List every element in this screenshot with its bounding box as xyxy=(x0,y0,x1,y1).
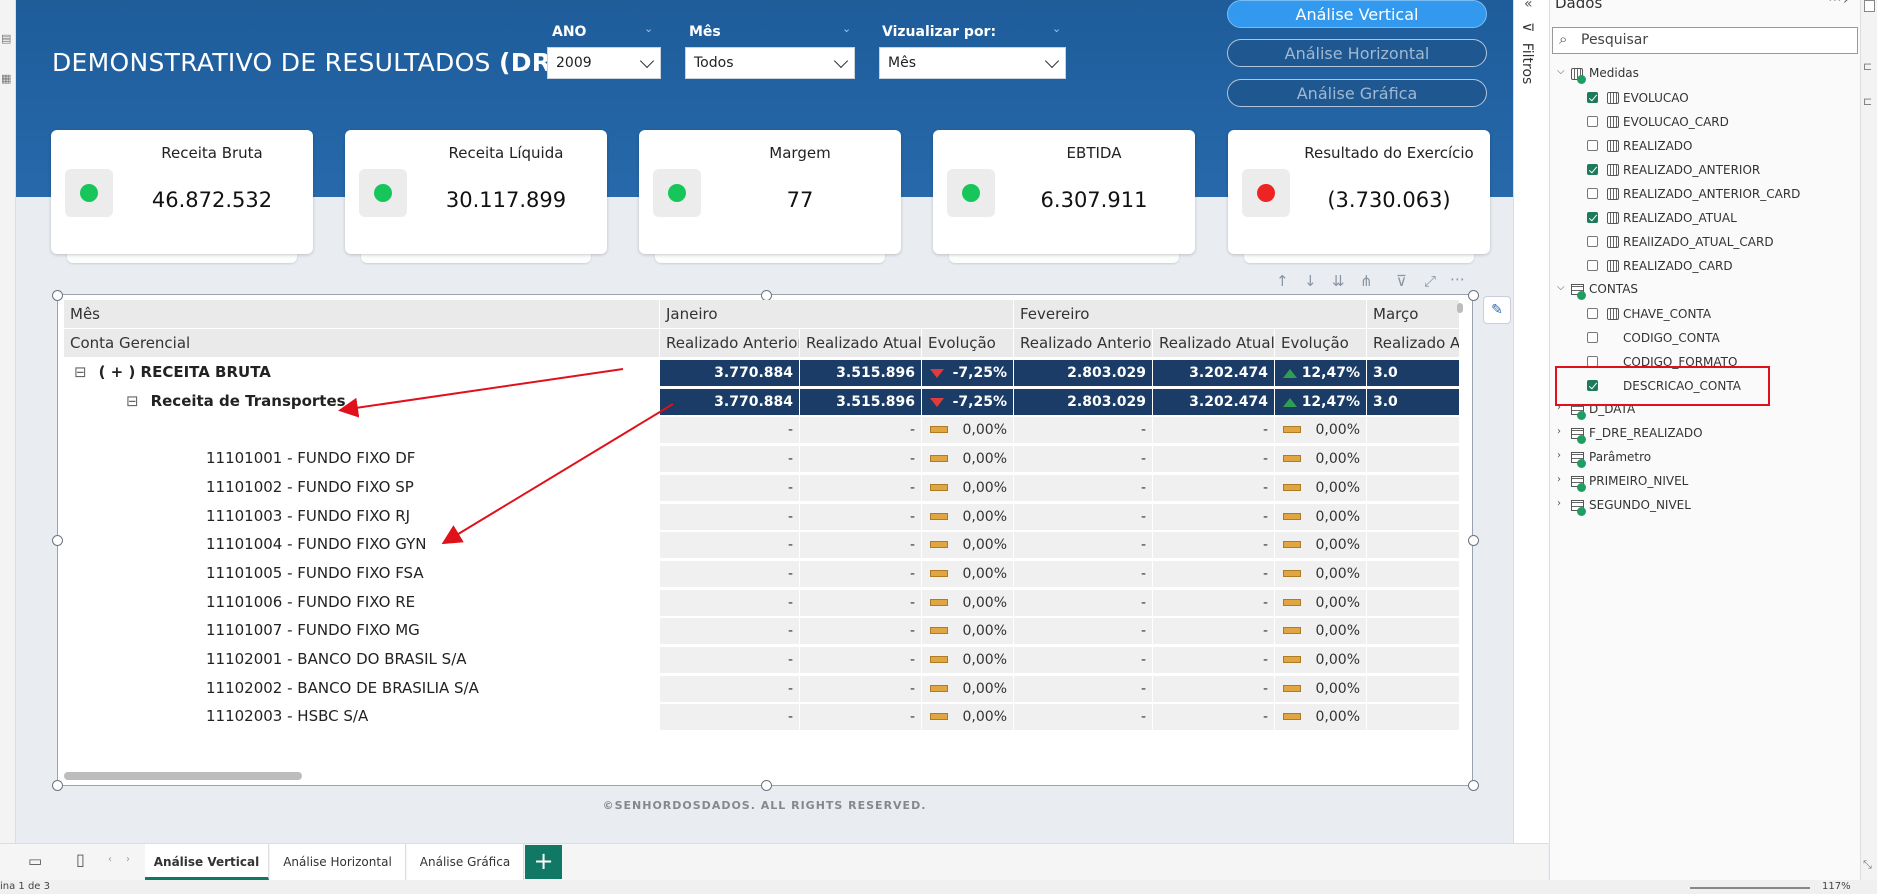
chevron-right-icon[interactable]: › xyxy=(1557,474,1561,485)
add-page-button[interactable]: + xyxy=(525,845,562,879)
field-codigo-conta[interactable]: CODIGO_CONTA xyxy=(1549,326,1849,350)
key-field-icon xyxy=(1607,308,1619,320)
checkbox[interactable] xyxy=(1587,260,1598,271)
tree-node-segundo-nivel[interactable]: › SEGUNDO_NIVEL xyxy=(1549,494,1849,518)
page-indicator: ina 1 de 3 xyxy=(0,881,51,892)
highlight-box xyxy=(1555,366,1770,406)
field-chave-conta[interactable]: CHAVE_CONTA xyxy=(1549,302,1849,326)
field-evolucao-card[interactable]: EVOLUCAO_CARD xyxy=(1549,110,1849,134)
zoom-slider[interactable] xyxy=(1690,887,1810,889)
field-label: REALIZADO_CARD xyxy=(1623,259,1733,273)
checkbox-checked[interactable] xyxy=(1587,92,1598,103)
status-bar: ina 1 de 3 117% xyxy=(0,880,1877,894)
field-label: REAlIZADO_ATUAL_CARD xyxy=(1623,235,1774,249)
table-status-icon xyxy=(1577,291,1586,300)
page-tab-bar: ▭ ▯ ‹ › Análise Vertical Análise Horizon… xyxy=(0,843,1548,880)
data-search-input[interactable]: ⌕ Pesquisar xyxy=(1552,27,1858,54)
desktop-layout-icon[interactable]: ▭ xyxy=(28,852,42,870)
table-status-icon xyxy=(1577,411,1586,420)
field-realizado-anterior[interactable]: REALIZADO_ANTERIOR xyxy=(1549,158,1849,182)
field-label: REALIZADO_ATUAL xyxy=(1623,211,1737,225)
chevron-right-icon[interactable]: › xyxy=(1557,426,1561,437)
mobile-layout-icon[interactable]: ▯ xyxy=(76,850,85,869)
tree-node-label: F_DRE_REALIZADO xyxy=(1589,426,1703,440)
field-realizado-atual[interactable]: REALIZADO_ATUAL xyxy=(1549,206,1849,230)
field-label: REALIZADO xyxy=(1623,139,1693,153)
field-realizado[interactable]: REALIZADO xyxy=(1549,134,1849,158)
prev-page-icon[interactable]: ‹ xyxy=(108,854,112,865)
tree-node-label: Medidas xyxy=(1589,66,1639,80)
more-options-icon[interactable]: ⋯ xyxy=(1828,0,1842,8)
field-realizado-anterior-card[interactable]: REALIZADO_ANTERIOR_CARD xyxy=(1549,182,1849,206)
checkbox-checked[interactable] xyxy=(1587,164,1598,175)
tree-node-label: SEGUNDO_NIVEL xyxy=(1589,498,1691,512)
annotation-arrow xyxy=(441,403,674,545)
checkbox[interactable] xyxy=(1587,116,1598,127)
field-label: REALIZADO_ANTERIOR_CARD xyxy=(1623,187,1801,201)
field-evolucao[interactable]: EVOLUCAO xyxy=(1549,86,1849,110)
calculator-icon xyxy=(1607,92,1619,104)
calculator-icon xyxy=(1607,188,1619,200)
chevron-right-icon[interactable]: › xyxy=(1557,498,1561,509)
calculator-icon xyxy=(1607,116,1619,128)
filters-pane-collapsed[interactable]: « xyxy=(1513,0,1549,843)
table-status-icon xyxy=(1577,507,1586,516)
right-pane-strip: ⊏ ⊏ ⤡ xyxy=(1860,0,1877,880)
tree-node-label: Parâmetro xyxy=(1589,450,1652,464)
calculator-icon xyxy=(1607,260,1619,272)
zoom-level: 117% xyxy=(1822,881,1851,892)
checkbox[interactable] xyxy=(1587,188,1598,199)
page-tab-analise-vertical[interactable]: Análise Vertical xyxy=(145,844,269,880)
pane-icon[interactable]: ⊏ xyxy=(1863,60,1872,73)
filters-label: Filtros xyxy=(1519,42,1535,85)
tree-node-primeiro-nivel[interactable]: › PRIMEIRO_NIVEL xyxy=(1549,470,1849,494)
tree-node-label: PRIMEIRO_NIVEL xyxy=(1589,474,1689,488)
checkbox[interactable] xyxy=(1587,332,1598,343)
visualizations-icon[interactable] xyxy=(1864,0,1875,12)
field-label: EVOLUCAO xyxy=(1623,91,1689,105)
field-realizado-card[interactable]: REALIZADO_CARD xyxy=(1549,254,1849,278)
annotation-arrow xyxy=(338,368,624,418)
field-label: EVOLUCAO_CARD xyxy=(1623,115,1729,129)
next-page-icon[interactable]: › xyxy=(126,854,130,865)
tree-node-f-dre-realizado[interactable]: › F_DRE_REALIZADO xyxy=(1549,422,1849,446)
close-pane-icon[interactable]: › xyxy=(1843,0,1849,8)
field-realizado-atual-card[interactable]: REAlIZADO_ATUAL_CARD xyxy=(1549,230,1849,254)
checkbox[interactable] xyxy=(1587,236,1598,247)
search-icon: ⌕ xyxy=(1559,30,1568,48)
calculator-icon xyxy=(1607,236,1619,248)
tree-node-contas[interactable]: ⌵ CONTAS xyxy=(1549,278,1849,302)
checkbox[interactable] xyxy=(1587,308,1598,319)
chevron-down-icon[interactable]: ⌵ xyxy=(1557,66,1565,77)
collapse-pane-icon[interactable]: « xyxy=(1524,0,1533,12)
footer-copyright: ©SENHORDOSDADOS. ALL RIGHTS RESERVED. xyxy=(602,799,927,812)
page-tab-analise-grafica[interactable]: Análise Gráfica xyxy=(407,844,524,880)
chevron-right-icon[interactable]: › xyxy=(1557,450,1561,461)
pane-icon[interactable]: ⊏ xyxy=(1863,95,1872,108)
filters-pane-label[interactable]: ⊽ Filtros xyxy=(1519,22,1535,84)
tree-node-medidas[interactable]: ⌵ Medidas xyxy=(1549,62,1849,86)
calculator-icon xyxy=(1607,212,1619,224)
fields-tree: ⌵ Medidas EVOLUCAO EVOLUCAO_CARD REALIZADO RE… xyxy=(1549,62,1860,522)
filter-funnel-icon: ⊽ xyxy=(1519,22,1535,37)
calculator-icon xyxy=(1607,164,1619,176)
fit-page-icon[interactable]: ⤡ xyxy=(1863,858,1872,872)
field-label: REALIZADO_ANTERIOR xyxy=(1623,163,1761,177)
table-status-icon xyxy=(1577,435,1586,444)
page-tab-analise-horizontal[interactable]: Análise Horizontal xyxy=(270,844,406,880)
checkbox-checked[interactable] xyxy=(1587,212,1598,223)
field-label: CHAVE_CONTA xyxy=(1623,307,1712,321)
table-status-icon xyxy=(1577,483,1586,492)
field-label: CODIGO_CONTA xyxy=(1623,331,1720,345)
table-status-icon xyxy=(1577,75,1586,84)
table-status-icon xyxy=(1577,459,1586,468)
calculator-icon xyxy=(1607,140,1619,152)
data-pane-title: Dados xyxy=(1555,0,1603,12)
checkbox[interactable] xyxy=(1587,140,1598,151)
tree-node-par-metro[interactable]: › Parâmetro xyxy=(1549,446,1849,470)
tree-node-label: CONTAS xyxy=(1589,282,1639,296)
chevron-down-icon[interactable]: ⌵ xyxy=(1557,282,1565,293)
search-placeholder: Pesquisar xyxy=(1581,32,1649,48)
